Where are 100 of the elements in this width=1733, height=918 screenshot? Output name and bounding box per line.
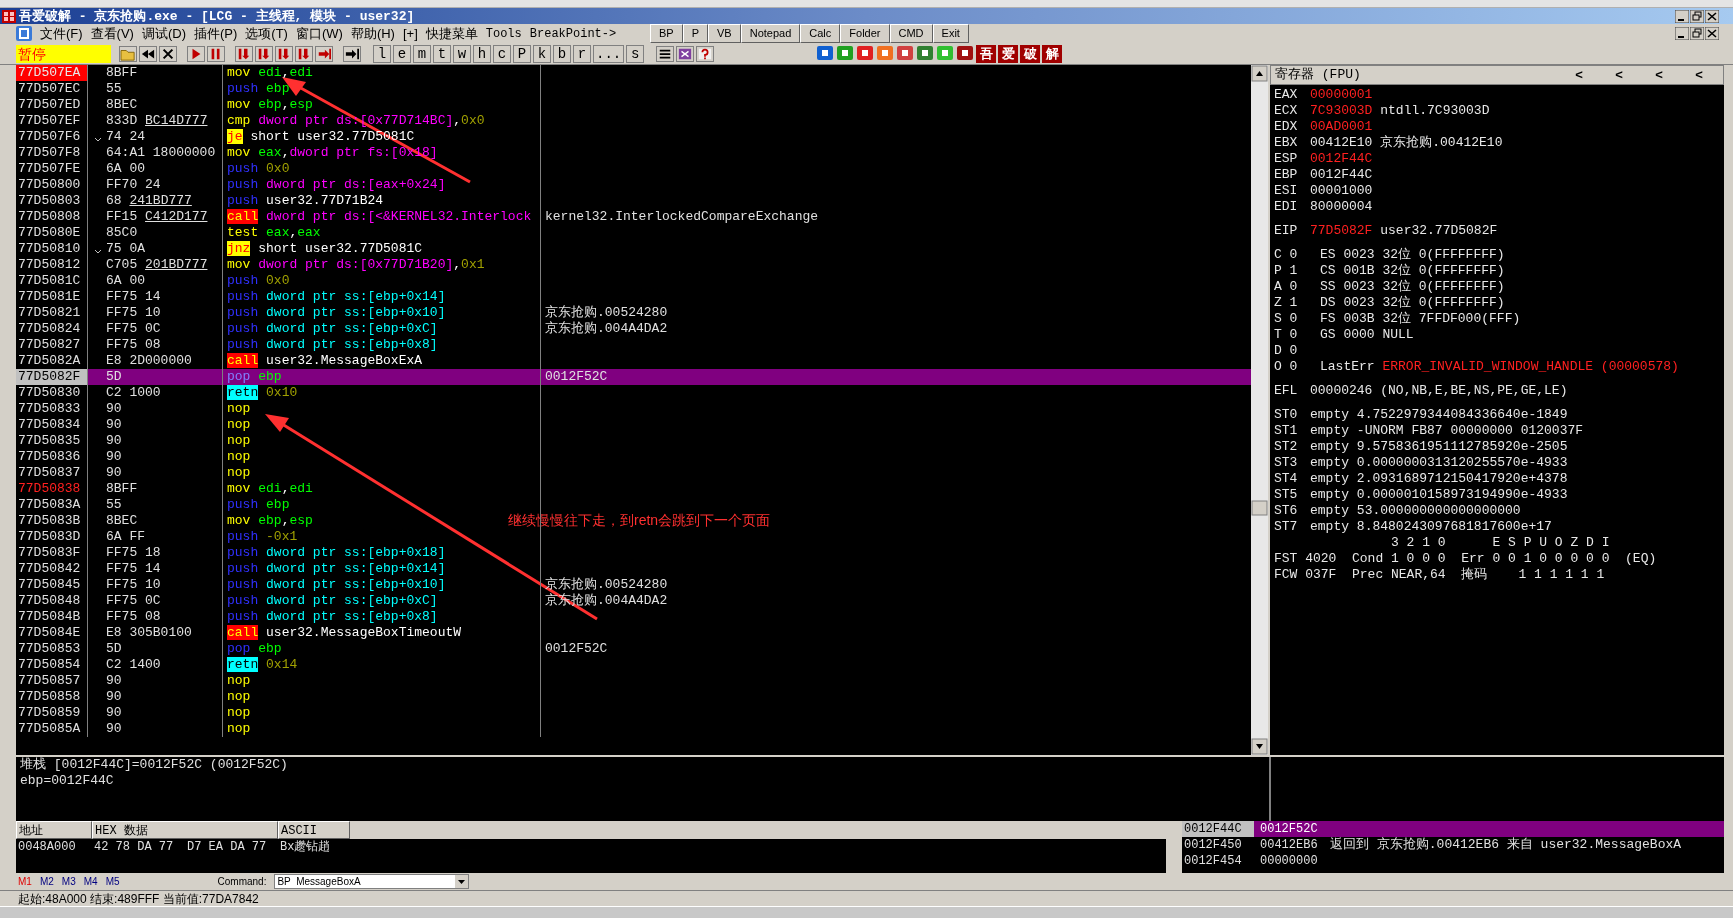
toolbar-button[interactable]: ...: [593, 44, 625, 63]
dropdown-icon[interactable]: [455, 875, 469, 888]
menu-item[interactable]: 快捷菜单: [425, 23, 478, 44]
list-icon[interactable]: [656, 45, 675, 62]
address-cell[interactable]: 77D50858: [16, 689, 88, 705]
toolbar-button[interactable]: CMD: [889, 24, 933, 43]
toolbar-button[interactable]: 破: [1020, 44, 1041, 63]
address-cell[interactable]: 77D507FE: [16, 161, 88, 177]
toolbar-button[interactable]: P: [513, 44, 531, 63]
menu-item[interactable]: 插件(P): [194, 23, 238, 44]
toolbar-button[interactable]: VB: [708, 24, 741, 43]
toolbar-button[interactable]: l: [373, 44, 391, 63]
toolbar-button[interactable]: h: [473, 44, 491, 63]
address-cell[interactable]: 77D50827: [16, 337, 88, 353]
address-cell[interactable]: 77D507EF: [16, 113, 88, 129]
tab[interactable]: M4: [83, 874, 98, 889]
column-header[interactable]: 地址: [16, 821, 92, 839]
toolbar-icon[interactable]: [816, 44, 835, 61]
toolbar-button[interactable]: t: [433, 44, 451, 63]
address-cell[interactable]: 77D50803: [16, 193, 88, 209]
tab[interactable]: M3: [61, 874, 76, 889]
address-cell[interactable]: 77D5083F: [16, 545, 88, 561]
toolbar-button[interactable]: r: [573, 44, 591, 63]
address-cell[interactable]: 77D5083B: [16, 513, 88, 529]
toolbar-button[interactable]: e: [393, 44, 411, 63]
step-icon[interactable]: [275, 45, 293, 62]
menu-item[interactable]: BreakPoint->: [529, 24, 617, 43]
address-cell[interactable]: 77D507EC: [16, 81, 88, 97]
nav-button[interactable]: <: [1639, 65, 1679, 85]
toolbar-button[interactable]: Notepad: [740, 24, 801, 43]
menu-item[interactable]: 文件(F): [40, 23, 83, 44]
address-cell[interactable]: 77D5084E: [16, 625, 88, 641]
command-field[interactable]: BP MessageBoxA: [274, 874, 470, 889]
address-cell[interactable]: 77D50853: [16, 641, 88, 657]
pause-icon[interactable]: [207, 45, 225, 62]
close-icon[interactable]: [1705, 9, 1719, 23]
toolbar-icon[interactable]: [916, 44, 935, 61]
address-cell[interactable]: 77D5080E: [16, 225, 88, 241]
toolbar-icon[interactable]: [856, 44, 875, 61]
address-cell[interactable]: 77D50821: [16, 305, 88, 321]
scrollbar[interactable]: [1251, 65, 1268, 755]
toolbar-button[interactable]: 吾: [976, 44, 997, 63]
menu-item[interactable]: Tools: [485, 24, 522, 43]
address-cell[interactable]: 77D50830: [16, 385, 88, 401]
grid-icon[interactable]: [676, 45, 695, 62]
address-cell[interactable]: 77D50836: [16, 449, 88, 465]
toolbar-icon[interactable]: [836, 44, 855, 61]
address-cell[interactable]: 77D50808: [16, 209, 88, 225]
address-cell[interactable]: 77D50834: [16, 417, 88, 433]
address-cell[interactable]: 0012F44C: [1182, 821, 1254, 837]
minimize-icon[interactable]: [1675, 9, 1689, 23]
address-cell[interactable]: 77D50854: [16, 657, 88, 673]
address-cell[interactable]: 77D50810: [16, 241, 88, 257]
address-cell[interactable]: 77D50857: [16, 673, 88, 689]
address-cell[interactable]: 77D50837: [16, 465, 88, 481]
column-header[interactable]: ASCII: [278, 821, 350, 839]
help-icon[interactable]: [696, 45, 715, 62]
column-header[interactable]: HEX 数据: [92, 821, 278, 839]
tab[interactable]: M2: [39, 874, 54, 889]
address-cell[interactable]: 77D5083D: [16, 529, 88, 545]
toolbar-button[interactable]: b: [553, 44, 571, 63]
minimize-icon[interactable]: [1675, 27, 1689, 40]
address-cell[interactable]: 77D5081C: [16, 273, 88, 289]
toolbar-button[interactable]: Exit: [932, 24, 969, 43]
toolbar-button[interactable]: P: [682, 24, 709, 43]
toolbar-icon[interactable]: [956, 44, 975, 61]
address-cell[interactable]: 77D50842: [16, 561, 88, 577]
address-cell[interactable]: 77D50848: [16, 593, 88, 609]
address-cell[interactable]: 77D5085A: [16, 721, 88, 737]
address-cell[interactable]: 77D50838: [16, 481, 88, 497]
address-cell[interactable]: 77D50833: [16, 401, 88, 417]
toolbar-button[interactable]: k: [533, 44, 551, 63]
address-cell[interactable]: 77D507F6: [16, 129, 88, 145]
restore-icon[interactable]: [1690, 27, 1704, 40]
menu-item[interactable]: 调试(D): [141, 23, 186, 44]
toolbar-button[interactable]: s: [626, 44, 645, 63]
toolbar-icon[interactable]: [896, 44, 915, 61]
address-cell[interactable]: 77D5082F: [16, 369, 88, 385]
step-icon[interactable]: [295, 45, 313, 62]
play-icon[interactable]: [187, 45, 205, 62]
restore-icon[interactable]: [1690, 9, 1704, 23]
toolbar-button[interactable]: m: [413, 44, 431, 63]
address-cell[interactable]: 0012F450: [1182, 837, 1254, 853]
toolbar-button[interactable]: 解: [1042, 44, 1063, 63]
step-icon[interactable]: [235, 45, 253, 62]
toolbar-button[interactable]: BP: [650, 24, 683, 43]
address-cell[interactable]: 0012F454: [1182, 853, 1254, 869]
nav-button[interactable]: <: [1559, 65, 1599, 85]
address-cell[interactable]: 77D5084B: [16, 609, 88, 625]
address-cell[interactable]: 77D50812: [16, 257, 88, 273]
toolbar-button[interactable]: 爱: [998, 44, 1019, 63]
tab[interactable]: M5: [105, 874, 120, 889]
step-icon[interactable]: [255, 45, 273, 62]
toolbar-button[interactable]: Folder: [840, 24, 890, 43]
menu-item[interactable]: 帮助(H): [350, 23, 395, 44]
address-cell[interactable]: 77D50845: [16, 577, 88, 593]
address-cell[interactable]: 77D50800: [16, 177, 88, 193]
address-cell[interactable]: 77D50824: [16, 321, 88, 337]
close-icon[interactable]: [159, 45, 177, 62]
menu-item[interactable]: 选项(T): [245, 23, 288, 44]
